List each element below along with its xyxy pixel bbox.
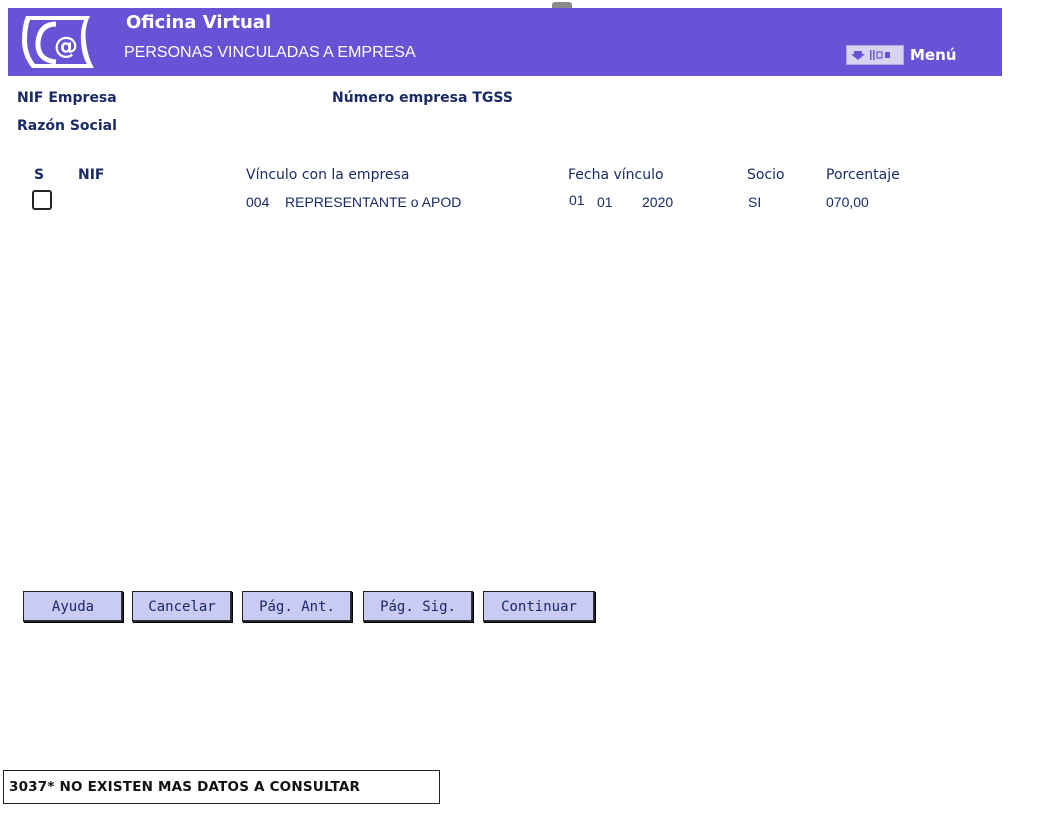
menu-label: Menú: [910, 46, 957, 64]
row-fecha-month: 01: [597, 194, 613, 210]
row-vinculo-code: 004: [246, 194, 270, 210]
menu-button[interactable]: Menú: [846, 44, 956, 66]
row-nif-value: [68, 192, 196, 212]
row-detail-blank: [244, 222, 602, 246]
cancelar-button[interactable]: Cancelar: [132, 591, 232, 622]
row-socio: SI: [748, 194, 762, 210]
pagina-siguiente-button[interactable]: Pág. Sig.: [363, 591, 473, 622]
app-title: Oficina Virtual: [126, 12, 272, 33]
col-header-porcentaje: Porcentaje: [826, 167, 900, 183]
svg-text:@: @: [54, 32, 78, 60]
nif-empresa-label: NIF Empresa: [17, 90, 117, 106]
nif-empresa-value: [130, 88, 290, 108]
row-fecha-day: 01: [569, 192, 585, 208]
col-header-fecha: Fecha vínculo: [568, 167, 664, 183]
col-header-s: S: [34, 167, 45, 183]
ayuda-button[interactable]: Ayuda: [23, 591, 123, 622]
numero-tgss-value: [545, 88, 645, 108]
numero-tgss-label: Número empresa TGSS: [332, 90, 513, 106]
continuar-button[interactable]: Continuar: [483, 591, 595, 622]
col-header-socio: Socio: [747, 167, 785, 183]
row-vinculo-desc: REPRESENTANTE o APOD: [285, 194, 462, 210]
col-header-nif: NIF: [78, 167, 105, 183]
status-message: 3037* NO EXISTEN MAS DATOS A CONSULTAR: [3, 770, 440, 804]
pagina-anterior-button[interactable]: Pág. Ant.: [242, 591, 352, 622]
row-porcentaje: 070,00: [826, 194, 869, 210]
menu-icon: [846, 45, 904, 65]
col-header-vinculo: Vínculo con la empresa: [246, 167, 410, 183]
row-fecha-year: 2020: [642, 194, 674, 210]
logo: @: [10, 8, 102, 76]
page-title: PERSONAS VINCULADAS A EMPRESA: [124, 44, 416, 61]
razon-social-label: Razón Social: [17, 118, 117, 134]
row-select-checkbox[interactable]: [32, 190, 52, 210]
app-header: @ Oficina Virtual PERSONAS VINCULADAS A …: [8, 8, 1002, 76]
logo-icon: @: [22, 16, 94, 68]
